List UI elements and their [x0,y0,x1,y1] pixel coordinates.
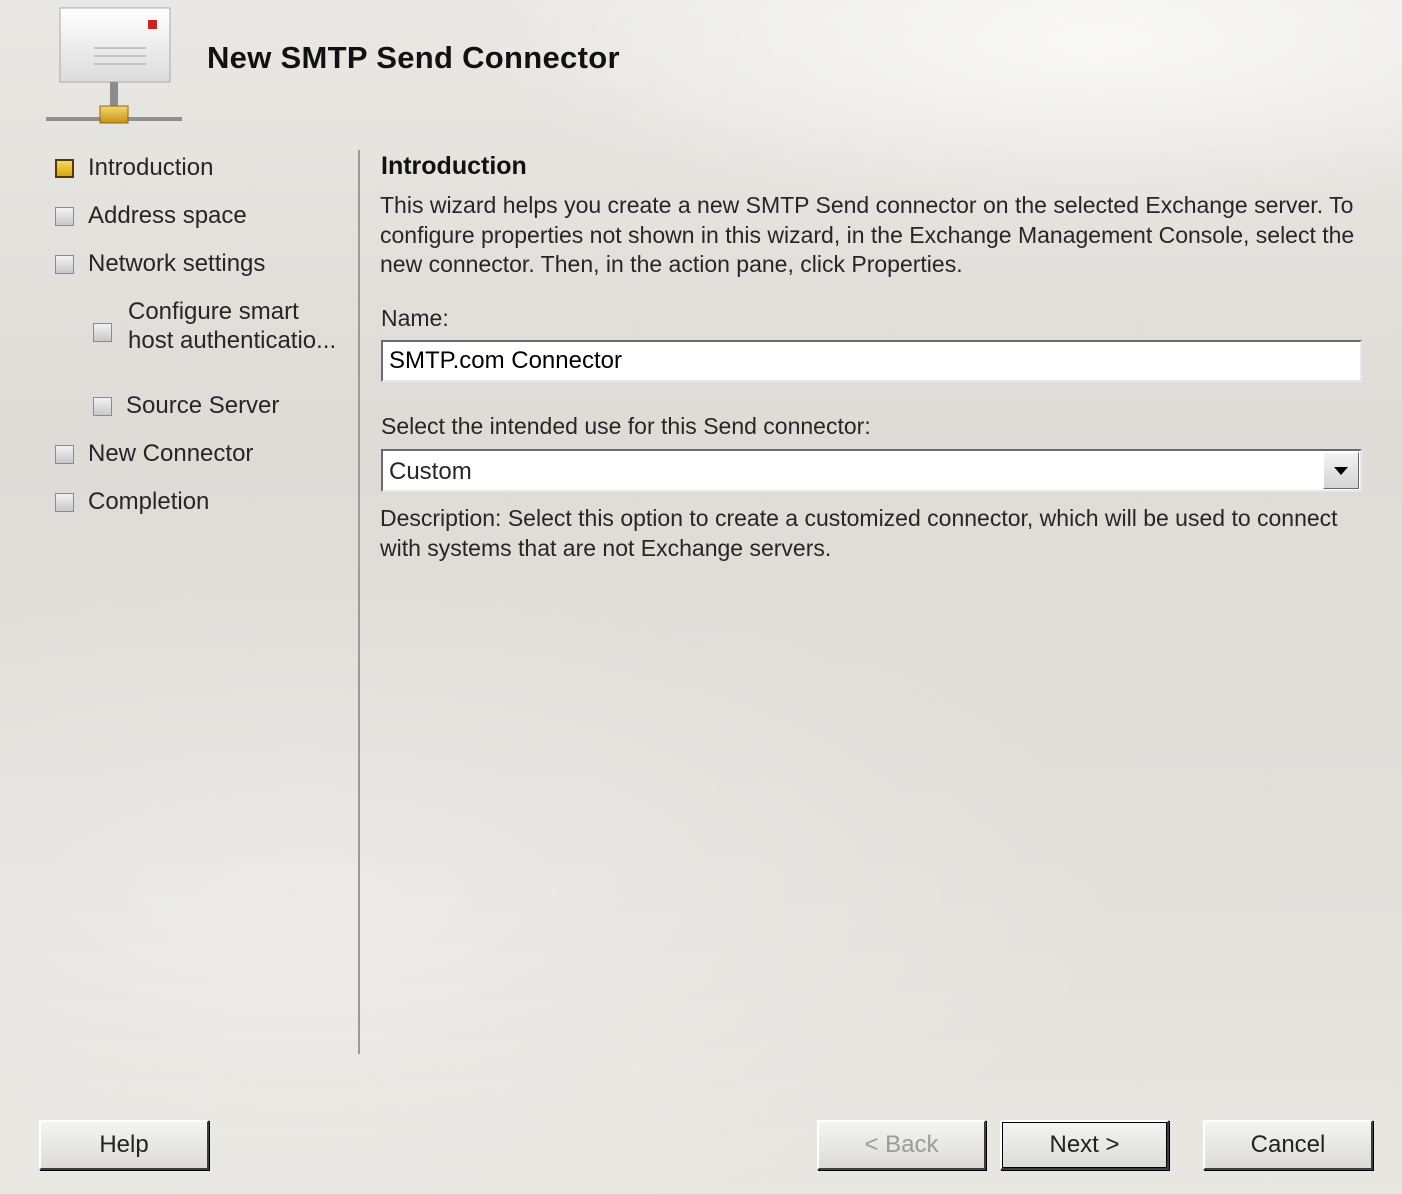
intended-use-value: Custom [389,458,472,485]
step-indicator [55,444,74,464]
name-label: Name: [381,305,449,331]
step-indicator [55,254,74,274]
step-source-server: Source Server [93,392,279,420]
chevron-down-icon [1334,466,1348,475]
step-new-connector: New Connector [55,440,253,468]
next-button[interactable]: Next > [1000,1120,1169,1170]
intended-use-label: Select the intended use for this Send co… [381,413,871,439]
use-description: Description: Select this option to creat… [380,505,1338,561]
step-indicator [55,492,74,512]
connector-wizard-icon [46,7,182,124]
step-indicator [93,323,112,342]
step-network-settings: Network settings [55,250,265,278]
intro-text: This wizard helps you create a new SMTP … [380,192,1355,277]
wizard-title: New SMTP Send Connector [207,40,620,75]
step-indicator [55,206,74,226]
help-button[interactable]: Help [39,1120,209,1170]
back-button[interactable]: < Back [817,1120,986,1170]
section-title: Introduction [381,152,527,180]
step-label: New Connector [88,440,254,467]
step-label: Introduction [88,154,214,181]
name-input[interactable] [381,340,1362,382]
intended-use-select[interactable]: Custom [381,449,1362,492]
step-introduction: Introduction [55,154,213,182]
step-label: Source Server [126,392,280,419]
sidebar-divider [358,150,360,1054]
step-label: Address space [88,202,247,229]
step-label-line1: Configure smart [128,298,299,325]
step-label-line2: host authenticatio... [128,327,337,354]
step-label: Completion [88,488,210,515]
step-label: Network settings [88,250,266,277]
step-active-indicator [55,158,74,178]
step-indicator [93,396,112,416]
dropdown-button[interactable] [1323,452,1359,489]
step-completion: Completion [55,488,209,516]
cancel-button[interactable]: Cancel [1203,1120,1373,1170]
step-configure-smart-host: Configure smart host authenticatio... [93,297,353,357]
step-address-space: Address space [55,202,247,230]
